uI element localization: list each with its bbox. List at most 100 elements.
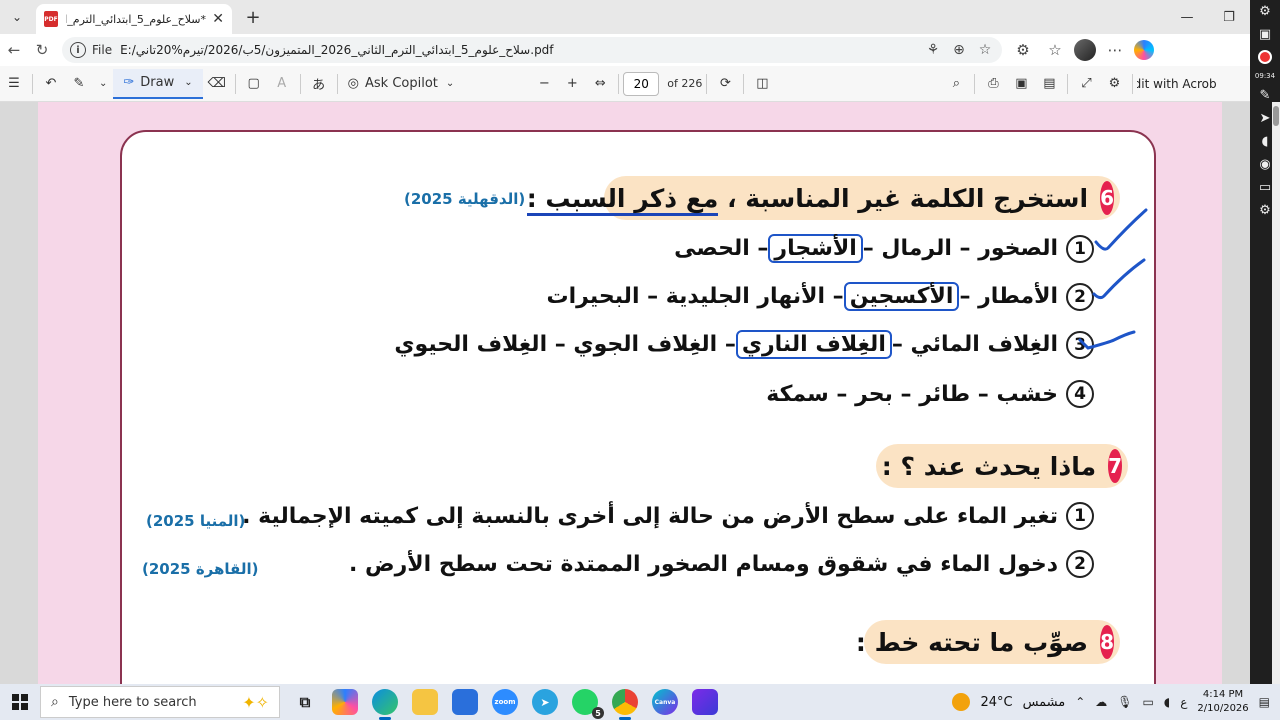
telegram-icon[interactable]: ➤ (532, 689, 558, 715)
draw-dropdown-chevron-icon[interactable]: ⌄ (184, 77, 192, 88)
record-icon[interactable] (1258, 50, 1272, 64)
weather-sun-icon[interactable] (952, 693, 971, 711)
webcam-icon[interactable]: ◉ (1259, 157, 1270, 172)
page-number-input[interactable]: 20 (623, 71, 660, 96)
zoom-icon[interactable]: zoom (492, 689, 518, 715)
pdf-page: 6 استخرج الكلمة غير المناسبة ، مع ذكر ال… (38, 102, 1222, 684)
microphone-icon[interactable]: 🎙 (1117, 695, 1132, 709)
task-view-icon[interactable]: ⧉ (292, 689, 318, 715)
taskbar-search[interactable]: ⌕ Type here to search ✦✧ (40, 686, 280, 718)
save-icon[interactable]: ▣ (1007, 69, 1035, 99)
language-indicator[interactable]: ع (1180, 695, 1187, 709)
draw-pen-icon: ✑ (123, 75, 135, 90)
browser-tab-active[interactable]: PDF *سلاح_علوم_5_ابتدائي_الترم_الثاني_6 … (36, 4, 232, 34)
back-arrow-icon[interactable]: ← (0, 36, 28, 64)
new-tab-plus-icon[interactable]: + (238, 3, 268, 31)
reload-icon[interactable]: ↻ (28, 36, 56, 64)
translate-icon[interactable]: あ (305, 69, 333, 99)
find-icon[interactable]: ⌕ (942, 69, 970, 99)
eraser-icon[interactable]: ⌫ (203, 69, 231, 99)
network-icon[interactable]: ▭ (1143, 695, 1154, 709)
draw-label: Draw (140, 75, 175, 90)
settings-cog-icon[interactable]: ⚙ (1259, 4, 1271, 19)
highlight-dropdown-chevron-icon[interactable]: ⌄ (93, 69, 113, 99)
copilot-dropdown-chevron-icon: ⌄ (445, 78, 455, 89)
cloud-icon[interactable]: ☁ (1095, 695, 1107, 709)
pointer-icon[interactable]: ➤ (1260, 111, 1271, 126)
favorite-star-icon[interactable]: ☆ (976, 42, 994, 58)
chrome-icon[interactable] (612, 689, 638, 720)
file-explorer-icon[interactable] (412, 689, 438, 715)
edit-with-acrobat-button[interactable]: Edit with Acrobat (1137, 69, 1217, 99)
pdf-file-icon: PDF (44, 11, 58, 27)
ink-check-partial (1078, 338, 1090, 350)
toolbar-divider (618, 73, 620, 94)
read-aloud-text-icon[interactable]: A (268, 69, 296, 99)
camera-icon[interactable]: ▣ (1259, 27, 1271, 42)
toolbar-divider (1132, 73, 1134, 94)
more-menu-icon[interactable]: ⋯ (1102, 41, 1128, 59)
fit-page-icon[interactable]: ⇔ (586, 69, 614, 99)
settings-gear-icon[interactable]: ⚙ (1100, 69, 1128, 99)
url-scheme-label: File (92, 43, 113, 57)
page-total: of 226 (667, 77, 703, 90)
site-info-icon[interactable]: i (70, 42, 86, 58)
ask-copilot-label: Ask Copilot (365, 76, 438, 91)
canva-icon[interactable]: Canva (652, 689, 678, 715)
read-aloud-icon[interactable]: ⚘ (924, 42, 942, 58)
profile-avatar[interactable] (1074, 39, 1096, 61)
text-box-icon[interactable]: ▢ (240, 69, 268, 99)
gear-icon[interactable]: ⚙ (1259, 203, 1271, 218)
vertical-scrollbar[interactable] (1272, 102, 1280, 684)
contents-list-icon[interactable]: ☰ (0, 69, 28, 99)
extensions-icon[interactable]: ⚙ (1010, 41, 1036, 59)
url-field[interactable]: i File E:/سلاح_علوم_5_ابتدائي_الترم_الثا… (62, 37, 1002, 63)
pdf-toolbar: ☰ ↶ ✎ ⌄ ✑ Draw ⌄ ⌫ ▢ A あ ◎ Ask Copilot ⌄… (0, 66, 1250, 102)
toolbar-divider (32, 73, 33, 94)
page-view-icon[interactable]: ◫ (748, 69, 776, 99)
tab-close-icon[interactable]: ✕ (212, 11, 224, 27)
start-button[interactable] (0, 694, 40, 710)
window-icon[interactable]: ▭ (1259, 180, 1271, 195)
copilot-small-icon: ◎ (347, 76, 359, 91)
clock-date: 2/10/2026 (1197, 703, 1249, 714)
ink-check-1 (1094, 208, 1148, 251)
zoom-out-icon[interactable]: − (530, 69, 558, 99)
clipchamp-icon[interactable] (692, 689, 718, 715)
speaker-icon[interactable]: ◖ (1164, 695, 1170, 709)
clock-time: 4:14 PM (1202, 689, 1244, 700)
print-icon[interactable]: ⎙ (979, 69, 1007, 99)
tab-actions-chevron-icon[interactable]: ⌄ (2, 3, 32, 31)
copilot-icon[interactable] (1134, 40, 1154, 60)
restore-icon[interactable]: ❐ (1208, 2, 1250, 32)
address-bar: ← ↻ i File E:/سلاح_علوم_5_ابتدائي_الترم_… (0, 34, 1250, 66)
draw-button[interactable]: ✑ Draw ⌄ (113, 68, 203, 99)
scrollbar-thumb[interactable] (1273, 106, 1279, 126)
ask-copilot-button[interactable]: ◎ Ask Copilot ⌄ (342, 69, 461, 99)
save-as-icon[interactable]: ▤ (1035, 69, 1063, 99)
ink-checkmarks (1078, 208, 1148, 350)
browser-actions: ⚙ ☆ ⋯ (1010, 39, 1154, 61)
fullscreen-icon[interactable]: ⤢ (1072, 69, 1100, 99)
toolbar-divider (336, 73, 338, 94)
whatsapp-icon[interactable]: 5 (572, 689, 604, 719)
taskbar-apps: ⧉ zoom ➤ 5 Canva (292, 689, 718, 720)
highlight-icon[interactable]: ✎ (65, 69, 93, 99)
pen-tool-icon[interactable]: ✎ (1260, 88, 1271, 103)
rotate-icon[interactable]: ⟳ (711, 69, 739, 99)
volume-icon[interactable]: ◖ (1262, 134, 1269, 149)
edge-browser-icon[interactable] (372, 689, 398, 720)
zoom-in-icon[interactable]: + (558, 69, 586, 99)
minimize-icon[interactable]: — (1166, 2, 1208, 32)
pdf-viewport[interactable]: 6 استخرج الكلمة غير المناسبة ، مع ذكر ال… (0, 102, 1250, 684)
copilot-app-icon[interactable] (332, 689, 358, 715)
notifications-icon[interactable]: ▤ (1259, 695, 1270, 709)
undo-icon[interactable]: ↶ (37, 69, 65, 99)
tray-chevron-up-icon[interactable]: ⌃ (1075, 695, 1085, 709)
toolbar-divider (743, 73, 745, 94)
url-actions: ⚘ ⊕ ☆ (924, 42, 994, 58)
microsoft-store-icon[interactable] (452, 689, 478, 715)
favorites-icon[interactable]: ☆ (1042, 41, 1068, 59)
zoom-icon[interactable]: ⊕ (950, 42, 968, 58)
clock[interactable]: 4:14 PM 2/10/2026 (1197, 688, 1248, 716)
